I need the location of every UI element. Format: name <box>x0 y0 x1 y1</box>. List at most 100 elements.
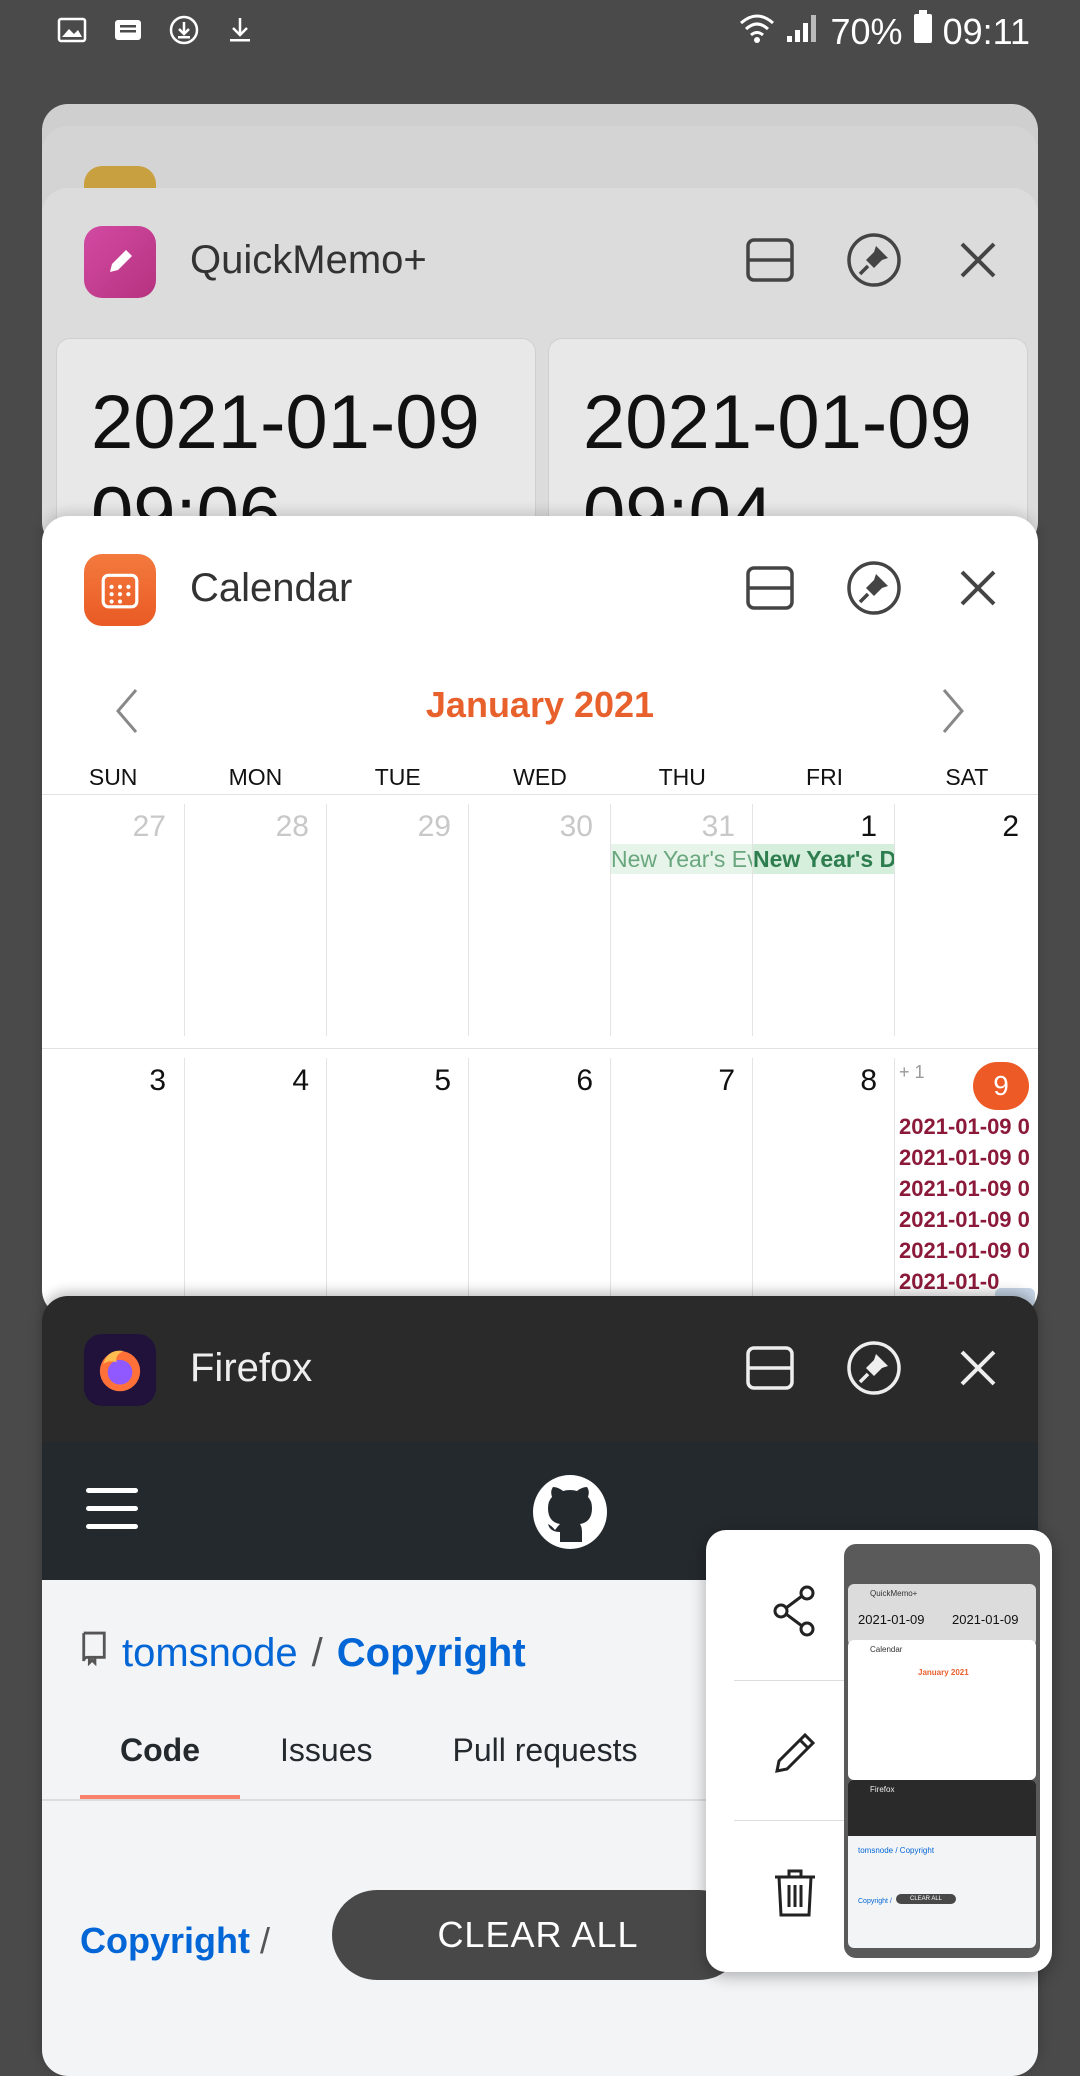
event-entry[interactable]: 2021-01-09 0 <box>899 1238 1030 1264</box>
thumb-text: Copyright / <box>858 1898 892 1905</box>
divider <box>42 1048 1038 1049</box>
hamburger-menu-icon[interactable] <box>86 1488 138 1532</box>
news-icon <box>112 14 144 46</box>
weekday-label: WED <box>513 764 567 790</box>
event-entry[interactable]: 2021-01-0 <box>899 1269 999 1295</box>
calendar-app-icon <box>84 554 156 626</box>
breadcrumb-repo-link[interactable]: Copyright <box>80 1920 250 1961</box>
app-title: QuickMemo+ <box>190 238 427 282</box>
split-screen-button[interactable] <box>738 1336 802 1400</box>
card-header: Firefox <box>42 1296 1038 1442</box>
weekday-label: SUN <box>88 764 138 790</box>
calendar-day[interactable]: 27 <box>42 804 184 1036</box>
recent-card-calendar[interactable]: Calendar January 2021 SUN MON TUE WED TH… <box>42 516 1038 1316</box>
battery-icon <box>913 10 933 53</box>
firefox-icon <box>84 1334 156 1406</box>
thumb-text: CLEAR ALL <box>896 1894 957 1904</box>
edit-icon <box>775 1732 816 1773</box>
close-button[interactable] <box>946 1336 1010 1400</box>
calendar-day[interactable]: 31 New Year's Eve <box>610 804 753 1036</box>
day-number: 5 <box>434 1064 451 1097</box>
event-new-years-eve[interactable]: New Year's Eve <box>611 844 753 874</box>
download-icon <box>224 14 256 46</box>
event-entry[interactable]: 2021-01-09 0 <box>899 1207 1030 1233</box>
memo-date: 2021-01-09 <box>583 380 972 465</box>
today-badge: 9 <box>973 1062 1029 1110</box>
calendar-day[interactable]: 3 <box>42 1058 184 1316</box>
split-screen-button[interactable] <box>738 556 802 620</box>
memo-date: 2021-01-09 <box>91 380 480 465</box>
thumb-card: QuickMemo+ 2021-01-09 2021-01-09 <box>848 1584 1036 1646</box>
battery-percent: 70% <box>830 10 903 52</box>
clear-all-button[interactable]: CLEAR ALL <box>332 1890 744 1980</box>
pin-button[interactable] <box>842 228 906 292</box>
month-title: January 2021 <box>425 684 655 725</box>
share-icon <box>773 1585 815 1637</box>
edit-button[interactable] <box>730 1688 860 1818</box>
download-circle-icon <box>168 14 200 46</box>
split-screen-button[interactable] <box>738 228 802 292</box>
calendar-day[interactable]: 4 <box>184 1058 327 1316</box>
calendar-day[interactable]: 30 <box>468 804 611 1036</box>
divider <box>734 1680 856 1681</box>
calendar-day-today[interactable]: + 1 9 2021-01-09 0 2021-01-09 0 2021-01-… <box>894 1058 1037 1316</box>
day-number: 27 <box>132 810 166 843</box>
calendar-day[interactable]: 5 <box>326 1058 469 1316</box>
calendar-day[interactable]: 28 <box>184 804 327 1036</box>
event-entry[interactable]: 2021-01-09 0 <box>899 1114 1030 1140</box>
close-button[interactable] <box>946 228 1010 292</box>
event-entry[interactable]: 2021-01-09 0 <box>899 1176 1030 1202</box>
event-new-years-day[interactable]: New Year's Day <box>753 844 895 874</box>
screenshot-popup: QuickMemo+ 2021-01-09 2021-01-09 Calenda… <box>706 1530 1052 1972</box>
card-header: Calendar <box>42 516 1038 662</box>
calendar-day[interactable]: 8 <box>752 1058 895 1316</box>
divider <box>42 794 1038 795</box>
calendar-day[interactable]: 2 <box>894 804 1037 1036</box>
repo-separator: / <box>311 1630 323 1675</box>
day-number: 4 <box>292 1064 309 1097</box>
pin-button[interactable] <box>842 556 906 620</box>
github-logo-icon[interactable] <box>532 1474 608 1550</box>
next-month-button[interactable] <box>938 686 968 749</box>
day-number: 3 <box>149 1064 166 1097</box>
calendar-day[interactable]: 29 <box>326 804 469 1036</box>
tab-issues[interactable]: Issues <box>240 1722 412 1800</box>
weekday-label: TUE <box>374 764 421 790</box>
screenshot-thumbnail[interactable]: QuickMemo+ 2021-01-09 2021-01-09 Calenda… <box>844 1544 1040 1958</box>
day-number: 2 <box>1002 810 1019 843</box>
repo-owner-link[interactable]: tomsnode <box>122 1631 298 1676</box>
weekday-label: THU <box>658 764 706 790</box>
status-bar: 70% 09:11 <box>0 0 1080 64</box>
day-number: 1 <box>860 810 877 843</box>
event-entry[interactable]: 2021-01-09 0 <box>899 1145 1030 1171</box>
divider <box>734 1820 856 1821</box>
calendar-day[interactable]: 1 New Year's Day <box>752 804 895 1036</box>
thumb-text: Calendar <box>870 1645 903 1654</box>
thumb-card: Calendar January 2021 <box>848 1640 1036 1780</box>
thumb-text: 2021-01-09 <box>858 1612 925 1627</box>
delete-button[interactable] <box>730 1828 860 1958</box>
share-button[interactable] <box>730 1546 860 1676</box>
calendar-day[interactable]: 6 <box>468 1058 611 1316</box>
tab-pull-requests[interactable]: Pull requests <box>412 1722 677 1800</box>
repo-tabs: Code Issues Pull requests <box>80 1722 677 1800</box>
weekday-label: MON <box>228 764 283 790</box>
day-number: 7 <box>718 1064 735 1097</box>
tab-code[interactable]: Code <box>80 1722 240 1800</box>
weekday-label: FRI <box>806 764 844 790</box>
signal-icon <box>785 11 821 53</box>
thumb-text: January 2021 <box>918 1668 969 1677</box>
app-title: Calendar <box>190 566 353 610</box>
recent-card-quickmemo[interactable]: QuickMemo+ 2021-01-09 09:06 2021-01-09 0… <box>42 188 1038 548</box>
repo-name-link[interactable]: Copyright <box>337 1631 526 1676</box>
quickmemo-icon <box>84 226 156 298</box>
close-button[interactable] <box>946 556 1010 620</box>
repo-icon <box>80 1630 108 1676</box>
pin-button[interactable] <box>842 1336 906 1400</box>
more-events-count: + 1 <box>899 1062 925 1082</box>
thumb-text: 2021-01-09 <box>952 1612 1019 1627</box>
thumb-page: tomsnode / Copyright Copyright / CLEAR A… <box>848 1836 1036 1948</box>
calendar-day[interactable]: 7 <box>610 1058 753 1316</box>
thumb-text: QuickMemo+ <box>870 1589 918 1598</box>
day-number: 29 <box>417 810 451 843</box>
